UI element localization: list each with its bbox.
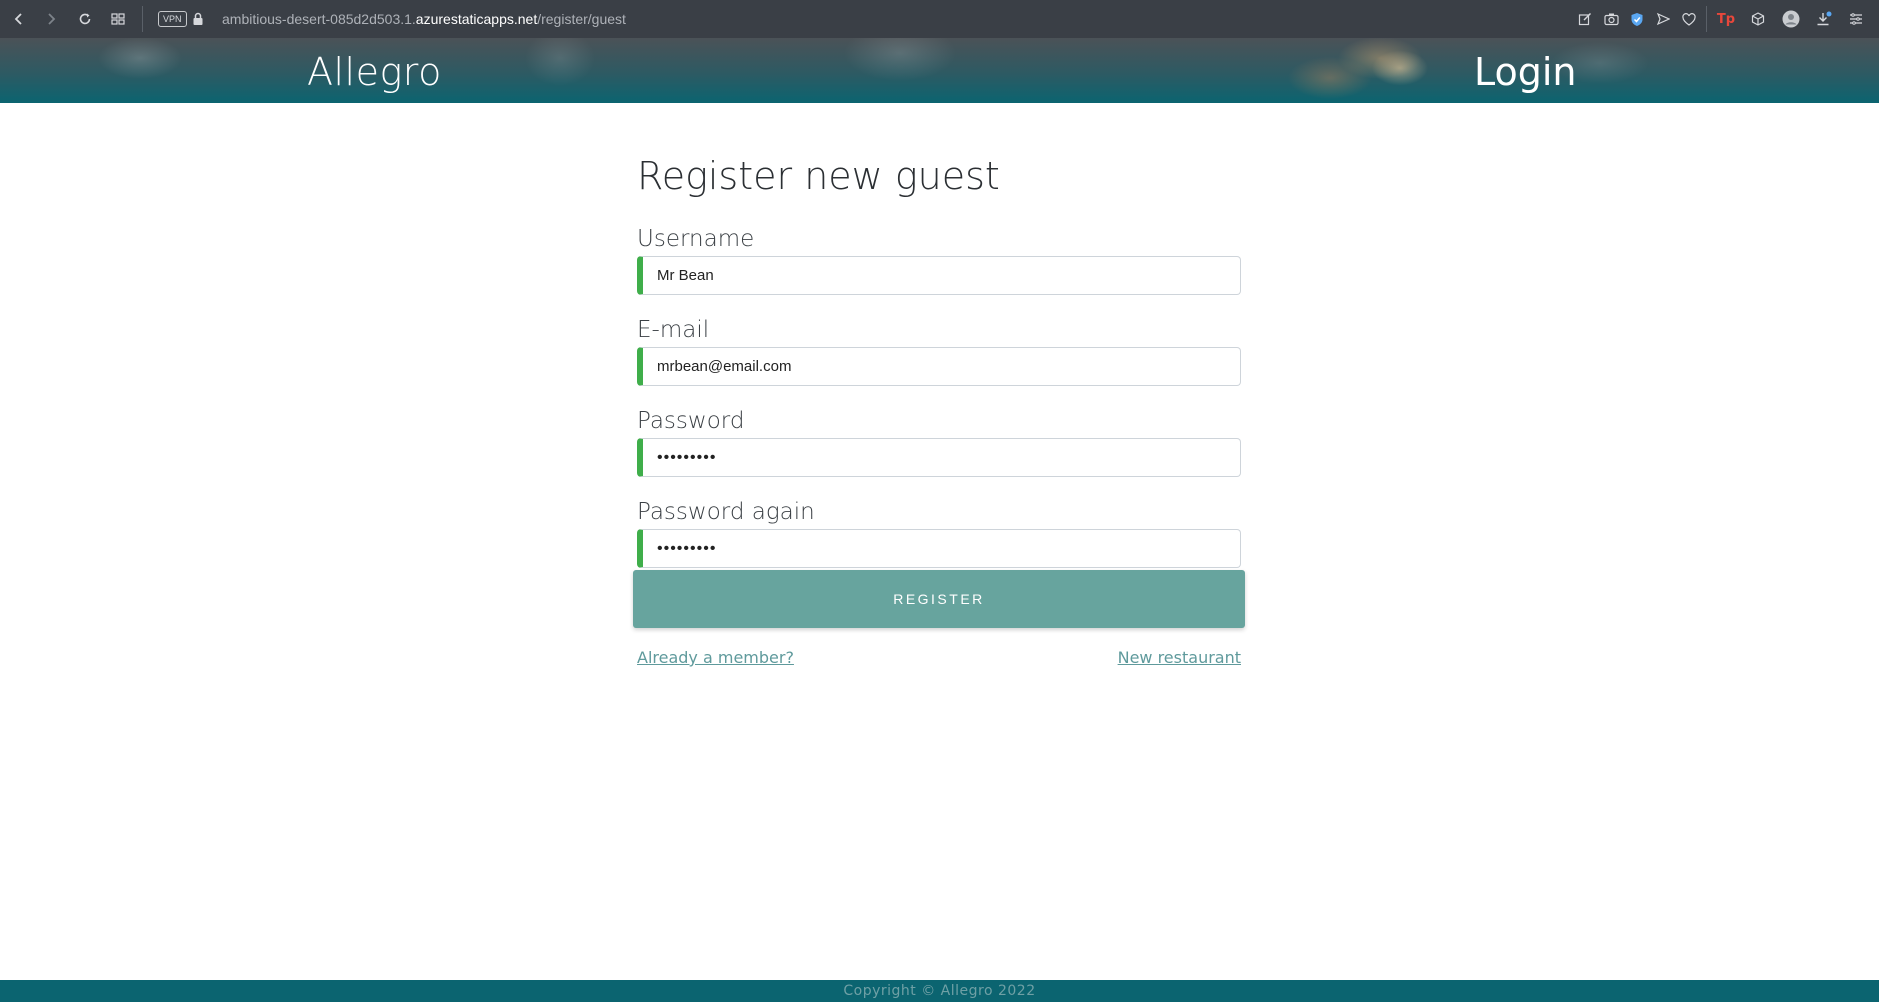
copyright-text: Copyright © Allegro 2022 (843, 983, 1036, 999)
login-link[interactable]: Login (1474, 50, 1577, 94)
new-restaurant-link[interactable]: New restaurant (1118, 648, 1241, 667)
profile-icon[interactable] (1781, 9, 1801, 29)
shield-icon[interactable] (1627, 9, 1647, 29)
password-again-label: Password again (637, 499, 815, 525)
password-again-field[interactable] (637, 529, 1241, 568)
cube-icon[interactable] (1748, 9, 1768, 29)
camera-icon[interactable] (1601, 9, 1621, 29)
url-host: azurestaticapps.net (415, 11, 538, 27)
download-icon[interactable] (1814, 9, 1834, 29)
register-form: Register new guest Username E-mail Passw… (633, 150, 1245, 667)
extension-tp-icon[interactable]: Tp (1716, 9, 1736, 29)
email-field[interactable] (637, 347, 1241, 386)
address-bar[interactable]: ambitious-desert-085d2d503.1.azurestatic… (222, 10, 626, 28)
site-footer: Copyright © Allegro 2022 (0, 980, 1879, 1002)
site-header: Allegro Login (0, 38, 1879, 103)
brand-logo[interactable]: Allegro (307, 50, 442, 94)
url-path: /register/guest (537, 11, 626, 27)
back-icon[interactable] (9, 9, 29, 29)
menu-icon[interactable] (1846, 9, 1866, 29)
username-label: Username (637, 226, 755, 252)
password-field[interactable] (637, 438, 1241, 477)
toolbar-divider (142, 6, 143, 32)
toolbar-divider (1706, 6, 1707, 32)
send-icon[interactable] (1653, 9, 1673, 29)
reload-icon[interactable] (75, 9, 95, 29)
lock-icon[interactable] (188, 9, 208, 29)
page-title: Register new guest (637, 154, 1000, 198)
register-button[interactable]: REGISTER (633, 570, 1245, 628)
already-member-link[interactable]: Already a member? (637, 648, 794, 667)
browser-toolbar: VPN ambitious-desert-085d2d503.1.azurest… (0, 0, 1879, 38)
username-field[interactable] (637, 256, 1241, 295)
vpn-badge[interactable]: VPN (158, 11, 187, 27)
tabs-grid-icon[interactable] (108, 9, 128, 29)
email-label: E-mail (637, 317, 710, 343)
forward-icon[interactable] (41, 9, 61, 29)
edit-icon[interactable] (1575, 9, 1595, 29)
password-label: Password (637, 408, 745, 434)
url-prefix: ambitious-desert-085d2d503.1. (222, 11, 416, 27)
heart-icon[interactable] (1679, 9, 1699, 29)
